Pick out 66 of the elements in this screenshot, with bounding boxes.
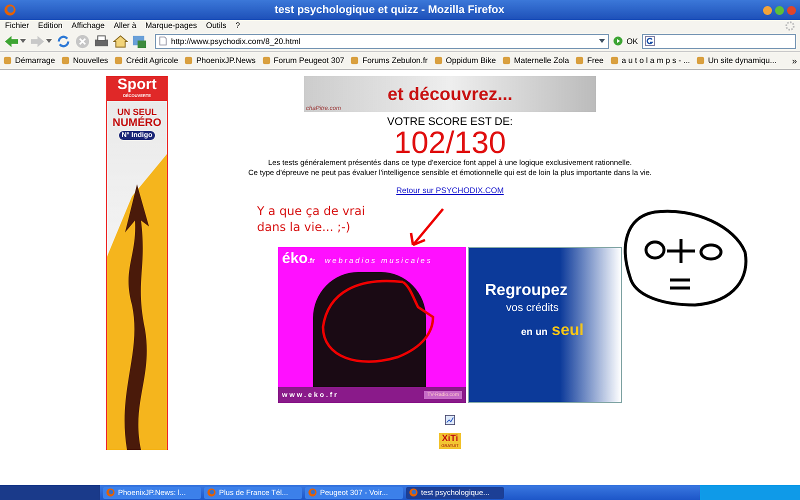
bookmark-icon (610, 56, 619, 65)
minimize-button[interactable] (763, 6, 772, 14)
maximize-button[interactable] (775, 6, 784, 14)
ad-headline: Regroupez (485, 282, 569, 300)
bookmark-item[interactable]: PhoenixJP.News (184, 56, 256, 65)
score-value: 102/130 (394, 128, 506, 158)
bookmark-icon (262, 56, 271, 65)
ad-text: en un (521, 327, 548, 338)
search-field[interactable] (642, 34, 796, 48)
bookmark-icon (3, 56, 12, 65)
address-field[interactable]: http://www.psychodix.com/8_20.html (155, 34, 610, 48)
play-icon (613, 36, 624, 46)
printer-icon[interactable] (94, 34, 109, 48)
bookmark-item[interactable]: Forum Peugeot 307 (262, 56, 344, 65)
menu-item[interactable]: Fichier (5, 21, 30, 30)
menu-item[interactable]: Affichage (71, 21, 105, 30)
bookmark-icon (350, 56, 360, 65)
go-button[interactable]: OK (613, 36, 638, 46)
bookmark-item[interactable]: Démarrage (3, 56, 56, 65)
browser-logo-icon (409, 488, 418, 497)
browser-logo-icon (308, 488, 317, 497)
bookmark-item[interactable]: Crédit Agricole (114, 56, 178, 65)
bookmark-icon (114, 56, 124, 65)
back-arrow-icon[interactable] (4, 34, 19, 48)
reload-icon[interactable] (56, 34, 71, 48)
caret-icon[interactable] (46, 39, 52, 43)
ad-highlight: seul (552, 322, 584, 340)
bookmark-item[interactable]: Nouvelles (61, 56, 108, 65)
menu-item[interactable]: ? (235, 21, 240, 30)
screenshot-icon[interactable] (132, 34, 147, 48)
chart-icon[interactable] (445, 415, 455, 425)
ad-text: UN SEUL (117, 107, 157, 117)
bookmark-icon (184, 56, 194, 65)
score-label: VOTRE SCORE EST DE: (387, 116, 513, 128)
bookmark-item[interactable]: Un site dynamiqu... (696, 56, 777, 65)
bookmark-item[interactable]: Oppidum Bike (434, 56, 496, 65)
bookmark-item[interactable]: Free (575, 56, 604, 65)
ad-headline: NUMÉRO (112, 117, 162, 129)
bookmark-icon (502, 56, 511, 65)
more-bookmarks-button[interactable]: » (792, 56, 797, 66)
dropdown-caret-icon[interactable] (599, 39, 606, 43)
handwritten-note: dans la vie... ;-) (257, 219, 352, 235)
ad-text: vos crédits (506, 302, 560, 314)
bookmark-icon (575, 56, 584, 65)
bookmark-icon (696, 56, 706, 65)
search-engine-icon[interactable] (645, 36, 655, 46)
page-icon (159, 36, 167, 46)
bookmark-item[interactable]: Forums Zebulon.fr (350, 56, 428, 65)
window-title: test psychologique et quizz - Mozilla Firefox (274, 4, 506, 16)
ad-headline: et découvrez... (387, 84, 513, 104)
menu-item[interactable]: Edition (38, 21, 62, 30)
handwritten-note: Y a que ça de vrai (257, 203, 366, 219)
browser-logo-icon (4, 4, 16, 16)
menu-item[interactable]: Outils (206, 21, 226, 30)
bookmark-icon (61, 56, 70, 65)
browser-logo-icon (106, 488, 115, 497)
bookmark-icon (434, 56, 443, 65)
menu-item[interactable]: Aller à (114, 21, 136, 30)
home-icon[interactable] (113, 34, 128, 48)
bookmark-item[interactable]: a u t o l a m p s - ... (610, 56, 690, 65)
menu-item[interactable]: Marque-pages (145, 21, 197, 30)
credit-ad-banner[interactable]: Regroupez vos crédits en un seul (468, 247, 622, 403)
caret-icon[interactable] (20, 39, 26, 43)
bookmark-item[interactable]: Maternelle Zola (502, 56, 570, 65)
back-link[interactable]: Retour sur PSYCHODIX.COM (396, 186, 504, 195)
browser-logo-icon (207, 488, 216, 497)
